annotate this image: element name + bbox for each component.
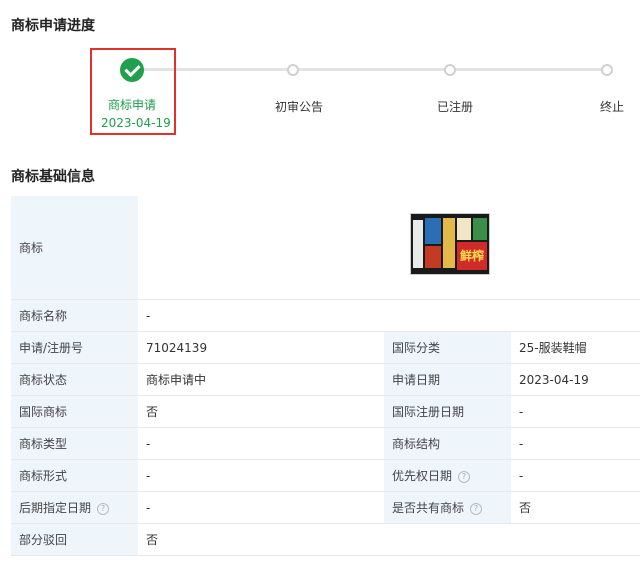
table-row: 商标形式 - 优先权日期? -: [11, 459, 640, 492]
field-value: -: [511, 427, 640, 460]
field-label: 商标名称: [11, 299, 138, 332]
progress-title: 商标申请进度: [11, 18, 95, 34]
field-value: -: [511, 459, 640, 492]
table-row: 商标: [11, 196, 640, 300]
field-value: 商标申请中: [138, 363, 384, 396]
field-value: -: [138, 427, 384, 460]
table-row: 后期指定日期? - 是否共有商标? 否: [11, 491, 640, 524]
field-value: 否: [511, 491, 640, 524]
trademark-image-cell: [138, 196, 640, 300]
step-dot-icon: [444, 64, 456, 76]
step-label-applied: 商标申请: [108, 98, 157, 112]
field-value: -: [138, 459, 384, 492]
table-row: 商标类型 - 商标结构 -: [11, 427, 640, 460]
field-value: 25-服装鞋帽: [511, 331, 640, 364]
field-value: 否: [138, 395, 384, 428]
check-icon: [120, 58, 144, 82]
help-icon[interactable]: ?: [470, 502, 483, 515]
trademark-image[interactable]: 鲜榨: [410, 213, 490, 275]
field-label: 国际注册日期: [384, 395, 511, 428]
field-value: -: [138, 491, 384, 524]
step-label-preliminary: 初审公告: [275, 100, 324, 114]
table-row: 申请/注册号 71024139 国际分类 25-服装鞋帽: [11, 331, 640, 364]
trademark-image-text: 鲜榨: [457, 242, 487, 270]
field-label: 是否共有商标?: [384, 491, 511, 524]
field-label: 商标结构: [384, 427, 511, 460]
field-label-text: 后期指定日期: [19, 501, 92, 515]
field-value: -: [138, 299, 640, 332]
field-label: 部分驳回: [11, 523, 138, 556]
step-label-terminated: 终止: [600, 100, 625, 114]
table-row: 商标状态 商标申请中 申请日期 2023-04-19: [11, 363, 640, 396]
field-value: -: [511, 395, 640, 428]
field-label: 商标形式: [11, 459, 138, 492]
field-label: 后期指定日期?: [11, 491, 138, 524]
field-value: 71024139: [138, 331, 384, 364]
trademark-label: 商标: [11, 196, 138, 300]
trademark-info-table: 商标 商标名称 - 申请/注册号 71024139 国际分类 25-服装鞋帽 商…: [11, 196, 640, 556]
step-date-applied: 2023-04-19: [101, 116, 171, 130]
field-label: 国际分类: [384, 331, 511, 364]
field-label: 申请/注册号: [11, 331, 138, 364]
field-label: 优先权日期?: [384, 459, 511, 492]
field-label: 申请日期: [384, 363, 511, 396]
help-icon[interactable]: ?: [458, 470, 471, 483]
field-label-text: 是否共有商标: [392, 501, 465, 515]
step-dot-icon: [287, 64, 299, 76]
field-label-text: 优先权日期: [392, 469, 453, 483]
help-icon[interactable]: ?: [97, 502, 110, 515]
table-row: 国际商标 否 国际注册日期 -: [11, 395, 640, 428]
step-dot-icon: [601, 64, 613, 76]
step-label-registered: 已注册: [437, 100, 474, 114]
field-label: 国际商标: [11, 395, 138, 428]
field-value: 否: [138, 523, 640, 556]
field-label: 商标状态: [11, 363, 138, 396]
field-label: 商标类型: [11, 427, 138, 460]
field-value: 2023-04-19: [511, 363, 640, 396]
info-title: 商标基础信息: [11, 169, 95, 185]
progress-track: [132, 68, 608, 71]
table-row: 商标名称 -: [11, 299, 640, 332]
table-row: 部分驳回 否: [11, 523, 640, 556]
